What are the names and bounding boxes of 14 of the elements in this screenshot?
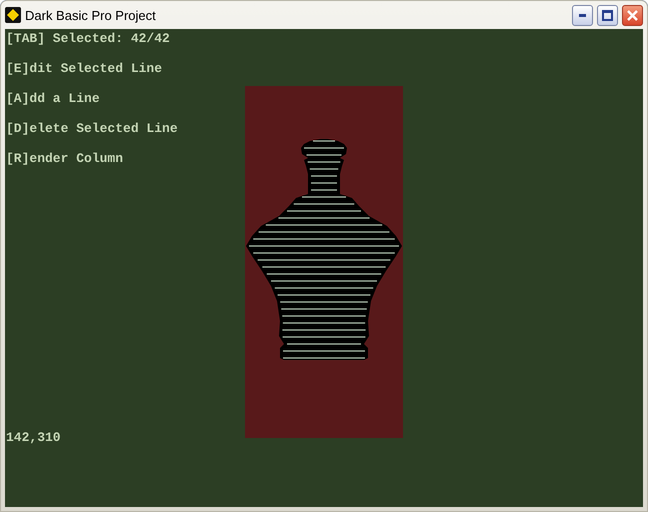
app-icon — [5, 7, 21, 23]
close-button[interactable] — [622, 4, 643, 26]
window-title: Dark Basic Pro Project — [25, 8, 157, 22]
close-icon — [627, 10, 638, 20]
maximize-button[interactable] — [597, 4, 618, 26]
maximize-icon — [602, 10, 613, 20]
menu-line[interactable]: [E]dit Selected Line — [6, 61, 643, 91]
minimize-icon — [579, 14, 586, 16]
minimize-button[interactable] — [572, 4, 593, 26]
coordinate-readout: 142,310 — [6, 430, 61, 445]
menu-line[interactable]: [D]elete Selected Line — [6, 121, 643, 151]
menu-line[interactable]: [TAB] Selected: 42/42 — [6, 31, 643, 61]
menu-line[interactable]: [A]dd a Line — [6, 91, 643, 121]
menu-line[interactable]: [R]ender Column — [6, 151, 643, 181]
